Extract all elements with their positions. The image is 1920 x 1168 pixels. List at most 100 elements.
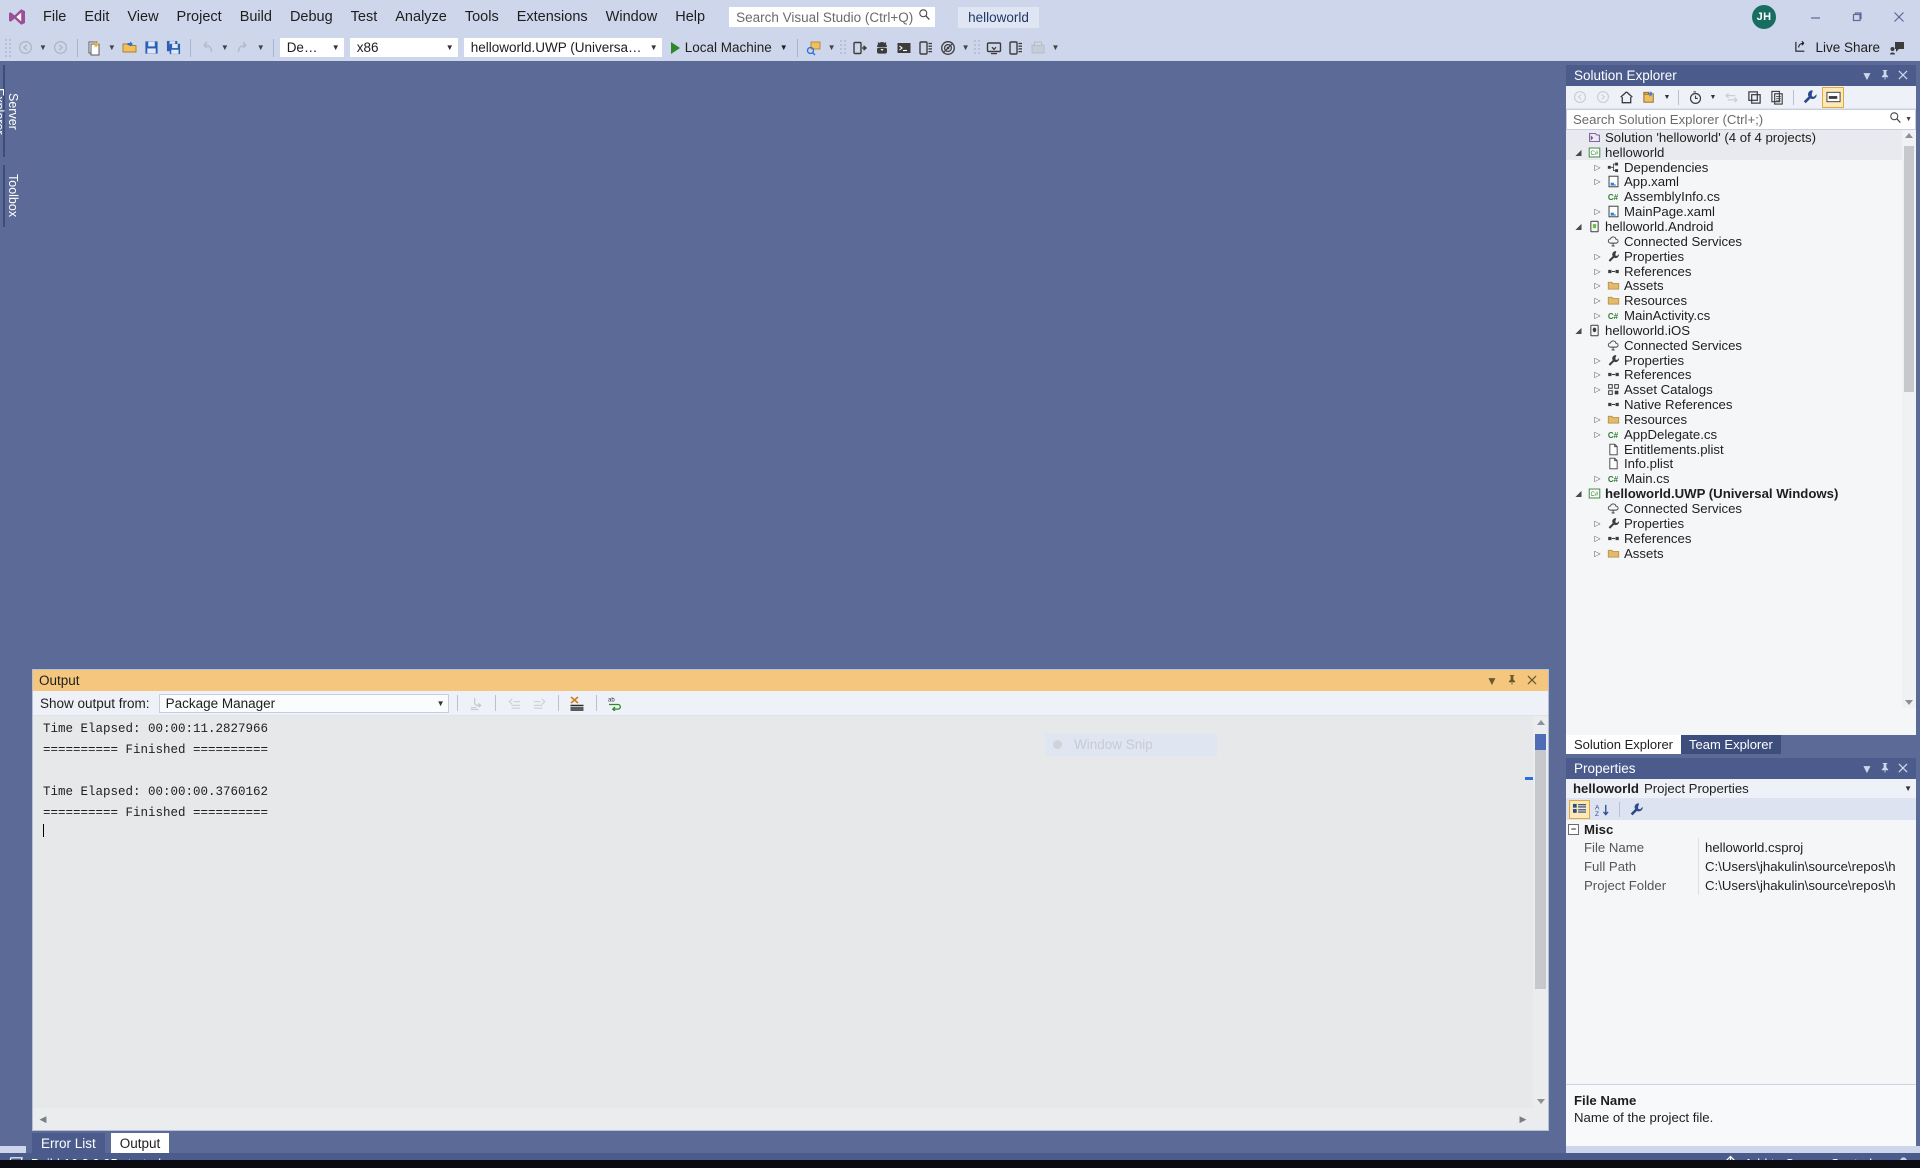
clear-all-icon[interactable]	[567, 693, 588, 713]
bottom-tab-error-list[interactable]: Error List	[32, 1133, 105, 1153]
navigate-backward-icon[interactable]	[14, 37, 36, 59]
redo-dropdown-icon[interactable]: ▼	[254, 43, 268, 52]
expanded-chevron-icon[interactable]: ◢	[1572, 326, 1585, 335]
rail-tab-server-explorer[interactable]: Server Explorer	[0, 65, 23, 157]
expanded-chevron-icon[interactable]: ◢	[1572, 489, 1585, 498]
tree-item-helloworld-android[interactable]: ◢ helloworld.Android	[1566, 219, 1916, 234]
next-message-icon[interactable]	[529, 693, 550, 713]
startup-project-combo[interactable]: helloworld.UWP (Universal Windov ▼	[462, 37, 663, 58]
se-refresh-icon[interactable]	[1743, 87, 1765, 108]
previous-message-icon[interactable]	[504, 693, 525, 713]
tree-item-solution-helloworld-4-of-4-projects[interactable]: Solution 'helloworld' (4 of 4 projects)	[1566, 130, 1916, 145]
menu-view[interactable]: View	[118, 5, 167, 29]
property-row-file-name[interactable]: File Name helloworld.csproj	[1566, 838, 1916, 857]
se-forward-icon[interactable]	[1592, 87, 1614, 108]
menu-extensions[interactable]: Extensions	[508, 5, 597, 29]
menu-test[interactable]: Test	[342, 5, 387, 29]
collapsed-chevron-icon[interactable]: ▷	[1591, 519, 1604, 528]
menu-help[interactable]: Help	[666, 5, 714, 29]
tree-item-assets[interactable]: ▷ Assets	[1566, 278, 1916, 293]
tree-item-resources[interactable]: ▷ Resources	[1566, 293, 1916, 308]
publish-icon[interactable]	[1027, 37, 1049, 59]
tree-item-helloworld-ios[interactable]: ◢ helloworld.iOS	[1566, 323, 1916, 338]
solution-configuration-icon[interactable]	[803, 37, 825, 59]
tree-item-mainpage-xaml[interactable]: ▷ MainPage.xaml	[1566, 204, 1916, 219]
se-preview-selected-items-icon[interactable]	[1822, 86, 1844, 108]
tree-item-properties[interactable]: ▷ Properties	[1566, 516, 1916, 531]
collapsed-chevron-icon[interactable]: ▷	[1591, 370, 1604, 379]
dock-tab-solution-explorer[interactable]: Solution Explorer	[1566, 735, 1681, 754]
collapsed-chevron-icon[interactable]: ▷	[1591, 311, 1604, 320]
tree-item-references[interactable]: ▷ References	[1566, 531, 1916, 546]
scroll-up-arrow-icon[interactable]	[1537, 720, 1545, 725]
se-pending-dropdown-icon[interactable]: ▼	[1661, 87, 1673, 108]
tree-item-native-references[interactable]: Native References	[1566, 397, 1916, 412]
solution-explorer-search-box[interactable]: ▼	[1566, 109, 1916, 130]
tree-item-appdelegate-cs[interactable]: ▷ C# AppDelegate.cs	[1566, 427, 1916, 442]
collapsed-chevron-icon[interactable]: ▷	[1591, 252, 1604, 261]
tree-vertical-scrollbar[interactable]	[1902, 130, 1916, 708]
undo-icon[interactable]	[196, 37, 218, 59]
se-back-icon[interactable]	[1569, 87, 1591, 108]
tree-item-entitlements-plist[interactable]: Entitlements.plist	[1566, 442, 1916, 457]
output-panel-close-icon[interactable]	[1522, 674, 1542, 688]
collapsed-chevron-icon[interactable]: ▷	[1591, 356, 1604, 365]
solution-explorer-menu-icon[interactable]: ▼	[1858, 69, 1876, 83]
property-value[interactable]: C:\Users\jhakulin\source\repos\h	[1698, 857, 1916, 876]
scroll-down-arrow-icon[interactable]	[1537, 1099, 1545, 1104]
save-all-icon[interactable]	[163, 37, 185, 59]
minimize-button[interactable]	[1794, 1, 1836, 33]
configuration-combo[interactable]: Debug ▼	[278, 37, 345, 58]
menu-project[interactable]: Project	[168, 5, 231, 29]
live-share-button[interactable]: Live Share	[1788, 37, 1886, 59]
menu-analyze[interactable]: Analyze	[386, 5, 456, 29]
solution-explorer-pin-icon[interactable]	[1876, 69, 1894, 83]
menu-build[interactable]: Build	[231, 5, 281, 29]
scroll-right-arrow-icon[interactable]: ▶	[1515, 1108, 1531, 1130]
tree-item-references[interactable]: ▷ References	[1566, 367, 1916, 382]
tree-item-properties[interactable]: ▷ Properties	[1566, 353, 1916, 368]
collapsed-chevron-icon[interactable]: ▷	[1591, 534, 1604, 543]
solution-explorer-search-input[interactable]	[1573, 112, 1890, 127]
menu-file[interactable]: File	[34, 5, 75, 29]
solution-name-chip[interactable]: helloworld	[958, 6, 1039, 28]
output-vertical-scroll-thumb[interactable]	[1535, 734, 1546, 989]
device-list-icon[interactable]	[1005, 37, 1027, 59]
output-panel-pin-icon[interactable]	[1502, 674, 1522, 688]
terminal-icon[interactable]	[893, 37, 915, 59]
tree-item-dependencies[interactable]: ▷ Dependencies	[1566, 160, 1916, 175]
properties-close-icon[interactable]	[1894, 762, 1912, 776]
android-emulator-icon[interactable]	[871, 37, 893, 59]
platform-combo[interactable]: x86 ▼	[348, 37, 459, 58]
property-value[interactable]: helloworld.csproj	[1698, 838, 1916, 857]
solution-config-dropdown-icon[interactable]: ▼	[825, 43, 839, 52]
se-home-icon[interactable]	[1615, 87, 1637, 108]
property-row-project-folder[interactable]: Project Folder C:\Users\jhakulin\source\…	[1566, 876, 1916, 895]
menu-debug[interactable]: Debug	[281, 5, 342, 29]
tree-item-asset-catalogs[interactable]: ▷ Asset Catalogs	[1566, 382, 1916, 397]
menu-window[interactable]: Window	[597, 5, 667, 29]
collapsed-chevron-icon[interactable]: ▷	[1591, 430, 1604, 439]
se-history-icon[interactable]	[1684, 87, 1706, 108]
expanded-chevron-icon[interactable]: ◢	[1572, 148, 1585, 157]
device-log-icon[interactable]	[915, 37, 937, 59]
output-vertical-scrollbar[interactable]	[1533, 716, 1548, 1108]
output-panel-menu-icon[interactable]: ▼	[1482, 674, 1502, 688]
restore-button[interactable]	[1836, 1, 1878, 33]
collapse-icon[interactable]: −	[1568, 823, 1579, 835]
property-value[interactable]: C:\Users\jhakulin\source\repos\h	[1698, 876, 1916, 895]
navigate-forward-icon[interactable]	[50, 37, 72, 59]
property-pages-icon[interactable]	[1626, 800, 1647, 819]
property-row-full-path[interactable]: Full Path C:\Users\jhakulin\source\repos…	[1566, 857, 1916, 876]
save-icon[interactable]	[141, 37, 163, 59]
collapsed-chevron-icon[interactable]: ▷	[1591, 415, 1604, 424]
tree-item-connected-services[interactable]: Connected Services	[1566, 501, 1916, 516]
rail-tab-toolbox[interactable]: Toolbox	[3, 165, 23, 227]
tree-item-assemblyinfo-cs[interactable]: C# AssemblyInfo.cs	[1566, 189, 1916, 204]
tree-scroll-thumb[interactable]	[1904, 146, 1914, 392]
toggle-word-wrap-icon[interactable]: ab	[605, 693, 626, 713]
close-button[interactable]	[1878, 1, 1920, 33]
user-avatar[interactable]: JH	[1752, 5, 1776, 29]
tree-item-references[interactable]: ▷ References	[1566, 264, 1916, 279]
global-search-input[interactable]	[736, 9, 917, 25]
